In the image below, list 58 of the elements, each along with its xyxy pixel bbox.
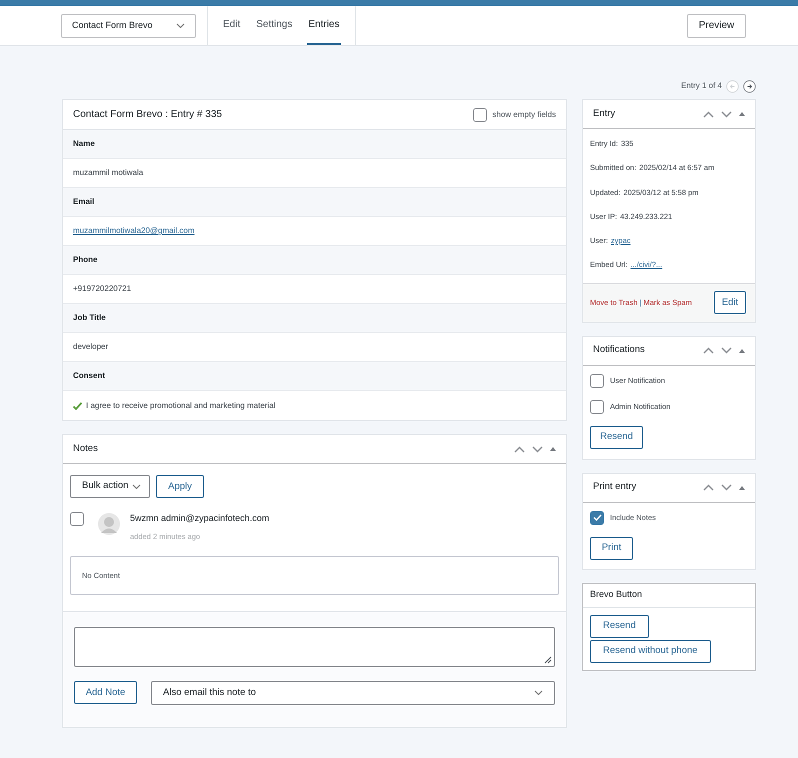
resize-handle-icon[interactable]	[544, 656, 552, 664]
move-up-icon[interactable]	[703, 110, 714, 118]
check-icon	[73, 402, 82, 410]
brevo-action-button[interactable]: Resend	[590, 614, 649, 638]
nav-tab[interactable]: Edit	[222, 6, 242, 45]
move-up-icon[interactable]	[514, 446, 525, 452]
field-label: Job Title	[73, 312, 106, 324]
collapse-icon[interactable]	[739, 112, 745, 116]
brevo-action-button[interactable]: Resend without phone	[590, 640, 711, 662]
email-select[interactable]: Also email this note to	[151, 680, 555, 705]
nav-tab[interactable]: Settings	[255, 6, 294, 45]
caret-icon	[534, 690, 543, 696]
caret-icon	[176, 22, 185, 28]
entry-title: Contact Form Brevo : Entry # 335	[73, 108, 222, 122]
checkbox[interactable]	[70, 512, 84, 526]
field-value: I agree to receive promotional and marketing material	[86, 400, 276, 412]
field-value: muzammil motiwala	[73, 167, 144, 179]
checkmark-icon	[592, 514, 602, 521]
field-label: Name	[73, 138, 95, 150]
resend-button[interactable]: Resend	[590, 426, 643, 448]
move-down-icon[interactable]	[532, 446, 543, 452]
form-select[interactable]: Contact Form Brevo	[61, 14, 196, 38]
print-button[interactable]: Print	[590, 536, 633, 560]
field-value: developer	[73, 341, 108, 353]
move-down-icon[interactable]	[721, 347, 732, 354]
checkbox[interactable]	[590, 400, 604, 414]
note-textarea[interactable]	[74, 626, 555, 667]
panel-title: Print entry	[593, 480, 636, 494]
nav-tab[interactable]: Entries	[307, 6, 340, 45]
apply-button[interactable]: Apply	[156, 475, 204, 498]
move-up-icon[interactable]	[703, 347, 714, 354]
caret-icon	[132, 484, 141, 490]
move-down-icon[interactable]	[721, 484, 732, 491]
note-author: 5wzmn admin@zypacinfotech.com	[130, 512, 270, 525]
move-up-icon[interactable]	[703, 484, 714, 491]
field-label: Phone	[73, 254, 98, 266]
move-down-icon[interactable]	[721, 110, 732, 118]
panel-title: Entry	[593, 106, 616, 121]
bulk-action-select[interactable]: Bulk action	[70, 475, 150, 498]
email-link[interactable]: muzammilmotiwala20@gmail.com	[73, 225, 194, 237]
collapse-icon[interactable]	[550, 447, 556, 451]
collapse-icon[interactable]	[739, 348, 745, 352]
panel-title: Brevo Button	[590, 588, 642, 602]
field-label: Email	[73, 196, 94, 208]
checkbox-label: show empty fields	[492, 108, 556, 120]
checkbox[interactable]	[473, 108, 488, 122]
avatar-icon	[98, 513, 120, 535]
field-label: Consent	[73, 370, 105, 382]
collapse-icon[interactable]	[739, 486, 745, 490]
panel-title: Notifications	[593, 343, 645, 358]
add-note-button[interactable]: Add Note	[74, 680, 137, 704]
pager-label: Entry 1 of 4	[681, 80, 722, 92]
field-value: +919720220721	[73, 283, 132, 295]
checkbox[interactable]	[590, 510, 604, 524]
checkbox[interactable]	[590, 374, 604, 388]
notes-title: Notes	[73, 442, 98, 456]
edit-button[interactable]: Edit	[714, 291, 746, 314]
preview-button[interactable]: Preview	[687, 14, 746, 38]
